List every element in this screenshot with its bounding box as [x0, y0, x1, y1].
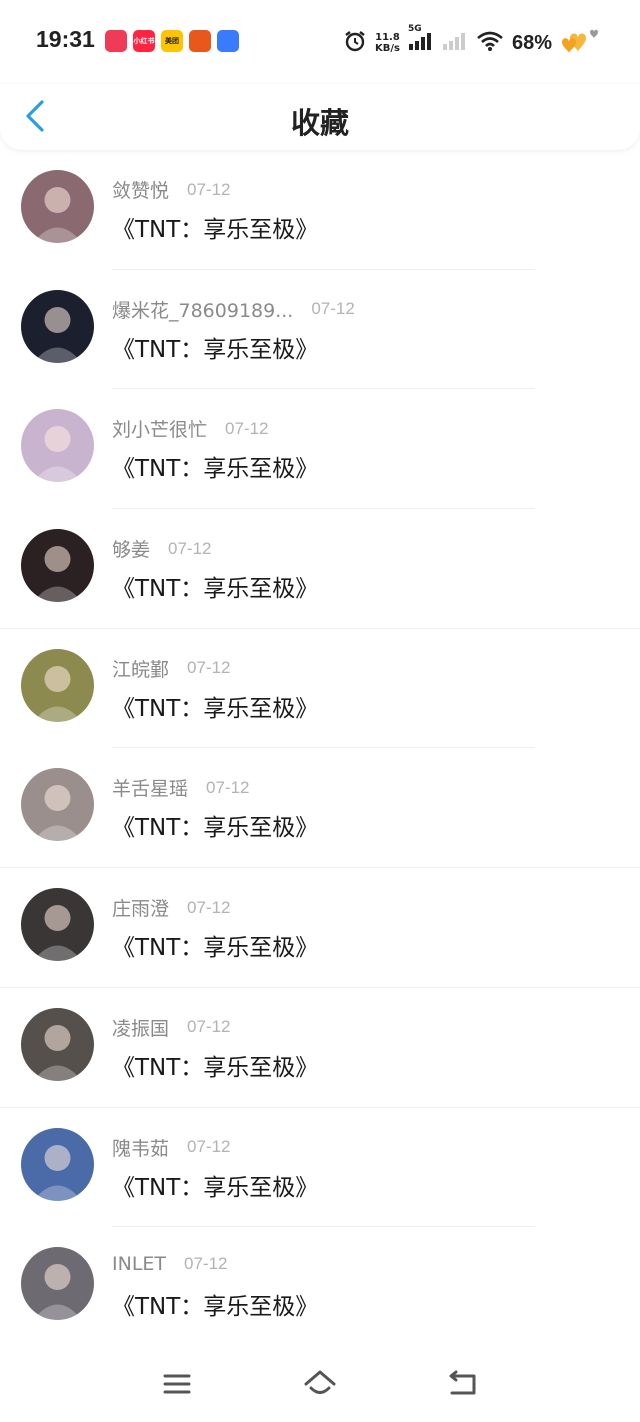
avatar[interactable] — [21, 529, 94, 603]
return-icon — [449, 1370, 476, 1395]
favorite-title[interactable]: 《TNT：享乐至极》 — [112, 1168, 318, 1202]
hearts-icon — [560, 26, 600, 60]
favorites-list: 敛赞悦 07-12 《TNT：享乐至极》 爆米花_78609189... 07-12 《T… — [0, 150, 640, 1347]
timestamp: 07-12 — [187, 658, 231, 678]
avatar[interactable] — [21, 409, 94, 483]
avatar-image — [21, 409, 94, 483]
xiaohongshu-icon: 小红书 — [133, 30, 155, 52]
favorite-title[interactable]: 《TNT：享乐至极》 — [112, 330, 318, 364]
home-icon — [304, 1370, 336, 1394]
menu-icon — [163, 1374, 191, 1394]
item-meta: 爆米花_78609189... 07-12 — [112, 296, 355, 323]
avatar[interactable] — [21, 1127, 94, 1201]
item-meta: 刘小芒很忙 07-12 — [112, 415, 269, 442]
username[interactable]: 凌振国 — [112, 1014, 169, 1041]
favorite-title[interactable]: 《TNT：享乐至极》 — [112, 928, 318, 962]
timestamp: 07-12 — [225, 418, 269, 438]
avatar-image — [21, 768, 94, 842]
avatar-image — [21, 1007, 94, 1081]
network-speed-value: 11.8 — [375, 32, 400, 43]
item-meta: 敛赞悦 07-12 — [112, 176, 231, 203]
item-meta: 羊舌星瑶 07-12 — [112, 774, 250, 801]
list-item[interactable]: 刘小芒很忙 07-12 《TNT：享乐至极》 — [0, 389, 640, 510]
favorite-title[interactable]: 《TNT：享乐至极》 — [112, 569, 318, 603]
avatar-image — [21, 289, 94, 363]
avatar-image — [21, 888, 94, 962]
username[interactable]: 刘小芒很忙 — [112, 415, 207, 442]
username[interactable]: 江皖鄞 — [112, 655, 169, 682]
item-meta: 够姜 07-12 — [112, 535, 212, 562]
timestamp: 07-12 — [311, 299, 355, 319]
cellular-signal-icon: 5G — [408, 24, 434, 56]
avatar[interactable] — [21, 1247, 94, 1321]
username[interactable]: 隗韦茹 — [112, 1134, 169, 1161]
network-speed-unit: KB/s — [374, 43, 400, 54]
network-speed: 11.8 KB/s — [375, 32, 400, 54]
list-item[interactable]: 羊舌星瑶 07-12 《TNT：享乐至极》 — [0, 748, 640, 869]
alarm-icon — [343, 29, 367, 57]
username[interactable]: 羊舌星瑶 — [112, 774, 188, 801]
avatar[interactable] — [21, 648, 94, 722]
username[interactable]: 庄雨澄 — [112, 894, 169, 921]
cellular-signal-2-icon — [442, 30, 468, 56]
avatar-image — [21, 529, 94, 603]
favorite-title[interactable]: 《TNT：享乐至极》 — [112, 1048, 318, 1082]
avatar-image — [21, 1247, 94, 1321]
timestamp: 07-12 — [187, 1137, 231, 1156]
avatar[interactable] — [21, 888, 94, 962]
username[interactable]: 敛赞悦 — [112, 176, 169, 203]
favorite-title[interactable]: 《TNT：享乐至极》 — [112, 808, 318, 842]
item-meta: 庄雨澄 07-12 — [112, 894, 231, 921]
favorite-title[interactable]: 《TNT：享乐至极》 — [112, 449, 318, 483]
status-indicators: 11.8 KB/s 5G 68% — [343, 24, 600, 60]
item-meta: 江皖鄞 07-12 — [112, 655, 231, 682]
home-button[interactable] — [303, 1367, 337, 1401]
list-item[interactable]: 隗韦茹 07-12 《TNT：享乐至极》 — [0, 1108, 640, 1228]
avatar-image — [21, 648, 94, 722]
list-item[interactable]: 庄雨澄 07-12 《TNT：享乐至极》 — [0, 868, 640, 988]
network-type: 5G — [407, 24, 422, 34]
list-item[interactable]: 凌振国 07-12 《TNT：享乐至极》 — [0, 988, 640, 1108]
username[interactable]: INLET — [112, 1253, 166, 1275]
list-item[interactable]: INLET 07-12 《TNT：享乐至极》 — [0, 1227, 640, 1347]
favorite-title[interactable]: 《TNT：享乐至极》 — [112, 1287, 318, 1321]
username[interactable]: 爆米花_78609189... — [112, 296, 293, 323]
timestamp: 07-12 — [187, 179, 231, 199]
meituan-icon: 美团 — [161, 30, 183, 52]
notification-icons: 小红书 美团 — [105, 30, 239, 52]
favorite-title[interactable]: 《TNT：享乐至极》 — [112, 689, 318, 723]
timestamp: 07-12 — [187, 897, 231, 917]
username[interactable]: 够姜 — [112, 535, 150, 562]
avatar[interactable] — [21, 768, 94, 842]
favorite-title[interactable]: 《TNT：享乐至极》 — [112, 210, 318, 244]
list-item[interactable]: 敛赞悦 07-12 《TNT：享乐至极》 — [0, 150, 640, 270]
browser-icon — [217, 30, 239, 52]
list-item[interactable]: 爆米花_78609189... 07-12 《TNT：享乐至极》 — [0, 270, 640, 390]
status-bar: 19:31 小红书 美团 11.8 KB/s 5G 68% — [0, 0, 640, 84]
item-meta: 隗韦茹 07-12 — [112, 1134, 231, 1161]
list-item[interactable]: 够姜 07-12 《TNT：享乐至极》 — [0, 509, 640, 629]
avatar[interactable] — [21, 1007, 94, 1081]
timestamp: 07-12 — [206, 777, 250, 797]
header-bar: 收藏 — [0, 84, 640, 150]
timestamp: 07-12 — [168, 538, 212, 558]
avatar[interactable] — [21, 289, 94, 363]
item-meta: INLET 07-12 — [112, 1253, 228, 1275]
battery-level: 68% — [511, 31, 552, 54]
back-nav-button[interactable] — [446, 1367, 480, 1401]
item-meta: 凌振国 07-12 — [112, 1014, 231, 1041]
timestamp: 07-12 — [184, 1254, 228, 1274]
list-item[interactable]: 江皖鄞 07-12 《TNT：享乐至极》 — [0, 629, 640, 749]
wifi-icon — [476, 30, 504, 56]
avatar-image — [21, 170, 94, 243]
pumpkin-icon — [189, 30, 211, 52]
clock: 19:31 — [36, 26, 95, 52]
system-navigation-bar — [0, 1345, 640, 1422]
menu-button[interactable] — [160, 1367, 194, 1401]
timestamp: 07-12 — [187, 1017, 231, 1037]
page-title: 收藏 — [290, 106, 349, 140]
douyin-icon — [105, 30, 127, 52]
avatar-image — [21, 1127, 94, 1201]
avatar[interactable] — [21, 170, 94, 243]
